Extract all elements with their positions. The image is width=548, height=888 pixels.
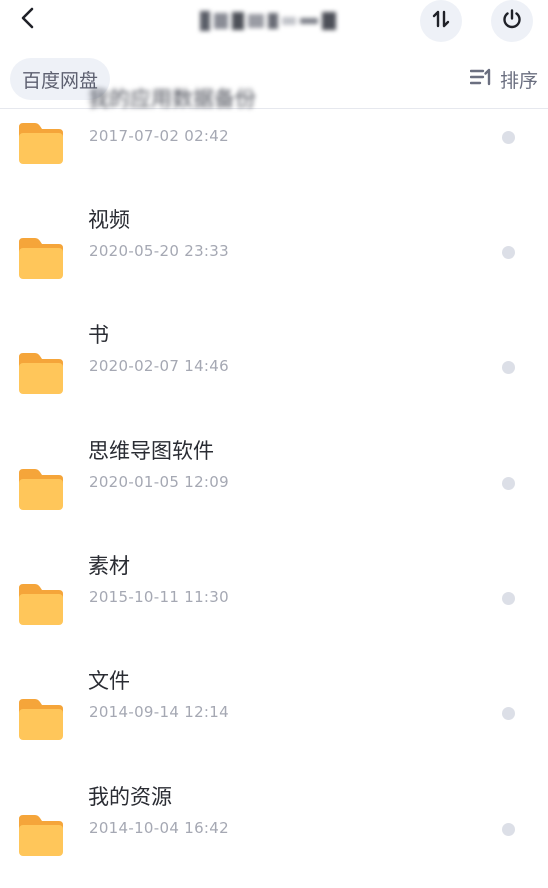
select-radio[interactable] xyxy=(502,361,515,374)
select-radio[interactable] xyxy=(502,246,515,259)
file-date: 2015-10-11 11:30 xyxy=(89,588,229,606)
folder-icon xyxy=(17,582,65,626)
file-name: 书 xyxy=(88,323,109,347)
file-date: 2020-05-20 23:33 xyxy=(89,242,229,260)
file-name: 我的应用数据备份 xyxy=(88,87,256,111)
select-radio[interactable] xyxy=(502,592,515,605)
top-bar xyxy=(0,0,548,44)
file-browser: 百度网盘 排序 我的应用数据备份 2017-07-02 02:42 视频 202… xyxy=(0,0,548,888)
folder-icon xyxy=(17,467,65,511)
list-item[interactable]: 素材 2015-10-11 11:30 xyxy=(0,540,548,655)
list-item[interactable]: 书 2020-02-07 14:46 xyxy=(0,309,548,424)
folder-icon xyxy=(17,121,65,165)
page-title xyxy=(188,8,352,34)
list-item[interactable]: 我的应用数据备份 2017-07-02 02:42 xyxy=(0,79,548,194)
power-icon xyxy=(501,8,523,34)
file-date: 2014-09-14 12:14 xyxy=(89,703,229,721)
power-button[interactable] xyxy=(491,0,533,42)
back-button[interactable] xyxy=(14,6,42,34)
list-item[interactable]: 思维导图软件 2020-01-05 12:09 xyxy=(0,425,548,540)
file-name: 思维导图软件 xyxy=(88,439,214,463)
file-name: 素材 xyxy=(88,554,130,578)
select-radio[interactable] xyxy=(502,477,515,490)
folder-icon xyxy=(17,697,65,741)
transfer-button[interactable] xyxy=(420,0,462,42)
select-radio[interactable] xyxy=(502,707,515,720)
swap-vertical-icon xyxy=(431,9,451,33)
select-radio[interactable] xyxy=(502,823,515,836)
file-name: 视频 xyxy=(88,208,130,232)
chevron-left-icon xyxy=(19,7,37,33)
file-name: 我的资源 xyxy=(88,785,172,809)
file-date: 2020-01-05 12:09 xyxy=(89,473,229,491)
list-item[interactable]: 文件 2014-09-14 12:14 xyxy=(0,655,548,770)
list-item[interactable]: 视频 2020-05-20 23:33 xyxy=(0,194,548,309)
list-item[interactable]: 我的资源 2014-10-04 16:42 xyxy=(0,771,548,886)
file-date: 2014-10-04 16:42 xyxy=(89,819,229,837)
folder-icon xyxy=(17,813,65,857)
file-name: 文件 xyxy=(88,669,130,693)
file-date: 2017-07-02 02:42 xyxy=(89,127,229,145)
folder-icon xyxy=(17,351,65,395)
folder-icon xyxy=(17,236,65,280)
file-date: 2020-02-07 14:46 xyxy=(89,357,229,375)
select-radio[interactable] xyxy=(502,131,515,144)
